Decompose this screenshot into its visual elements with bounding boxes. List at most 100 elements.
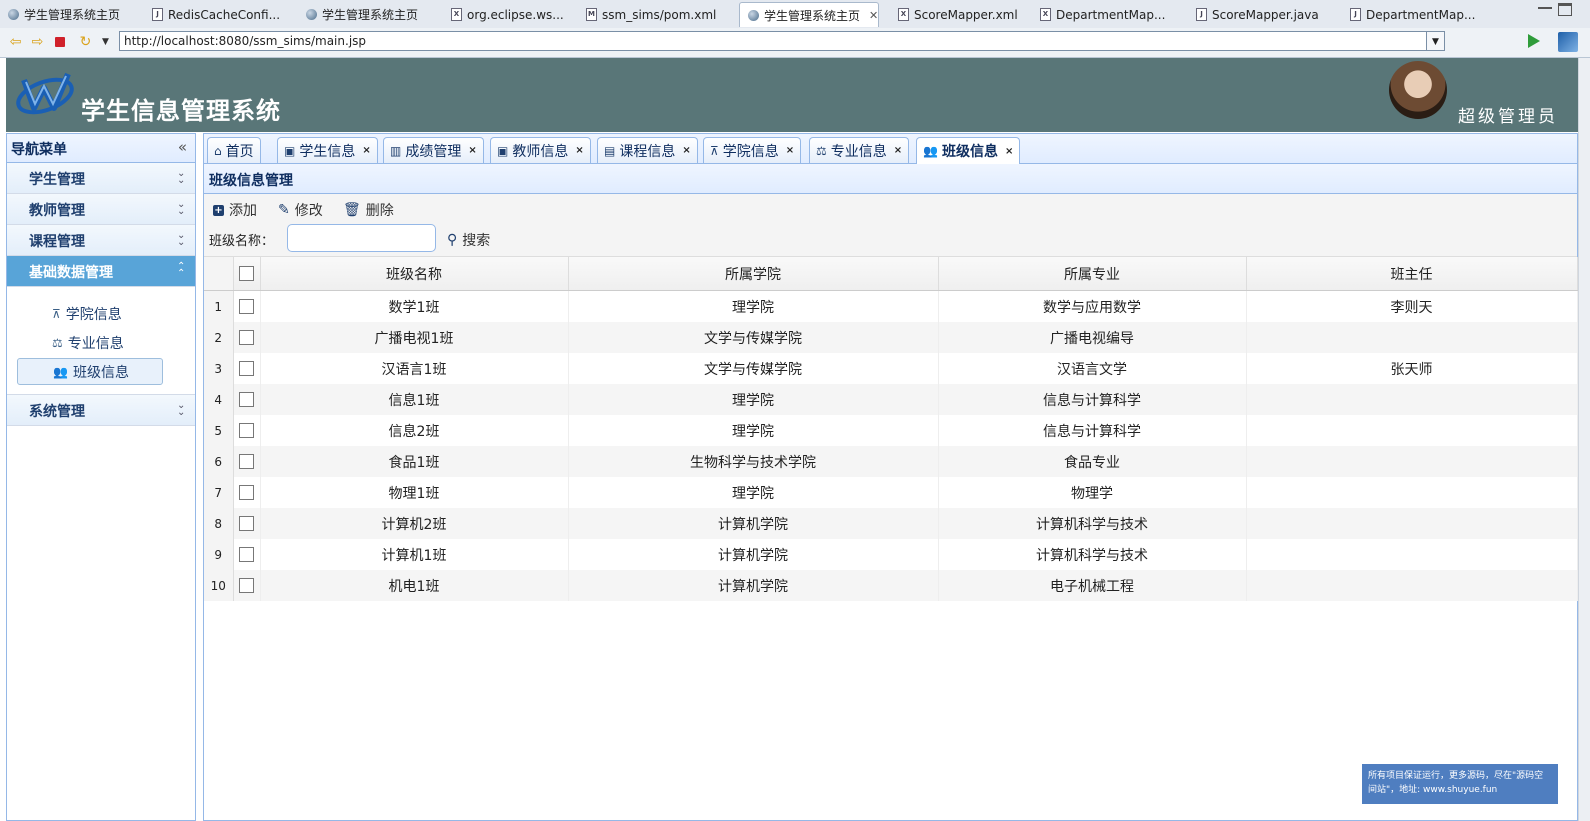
tab-page[interactable]: 👥 班级信息 × (916, 137, 1021, 164)
add-button[interactable]: + 添加 (213, 200, 257, 220)
collapse-sidebar-icon[interactable]: « (178, 138, 187, 156)
column-header[interactable]: 所属学院 (568, 257, 939, 291)
row-checkbox[interactable] (239, 423, 254, 438)
sidebar-header: 导航菜单 « (7, 134, 195, 163)
select-all-checkbox[interactable] (239, 266, 254, 281)
plus-square-icon: + (213, 204, 224, 216)
row-number: 1 (204, 290, 234, 322)
table-row[interactable]: 7 物理1班 理学院 物理学 (204, 477, 1578, 508)
tab-home[interactable]: ⌂ 首页 (207, 137, 261, 163)
row-checkbox-cell[interactable] (233, 539, 261, 570)
row-number: 9 (204, 539, 234, 570)
sidebar-item-class[interactable]: 👥 班级信息 (17, 358, 163, 385)
row-checkbox-cell[interactable] (233, 290, 261, 322)
sidebar-group-student[interactable]: 学生管理 ⌄ ⌄ (7, 163, 195, 194)
sidebar-group-basic-data[interactable]: 基础数据管理 ⌃ ⌃ (7, 256, 195, 287)
table-cell: 理学院 (568, 415, 939, 446)
page-scrollbar[interactable] (1578, 58, 1590, 821)
row-checkbox[interactable] (239, 547, 254, 562)
column-header[interactable]: 所属专业 (938, 257, 1247, 291)
tab-page[interactable]: ⚖ 专业信息 × (809, 137, 910, 163)
editor-tab[interactable]: X ScoreMapper.xml (890, 2, 1025, 27)
row-checkbox[interactable] (239, 299, 254, 314)
table-row[interactable]: 6 食品1班 生物科学与技术学院 食品专业 (204, 446, 1578, 477)
sidebar-group-teacher[interactable]: 教师管理 ⌄ ⌄ (7, 194, 195, 225)
table-row[interactable]: 3 汉语言1班 文学与传媒学院 汉语言文学 张天师 (204, 353, 1578, 384)
sidebar-group-system[interactable]: 系统管理 ⌄ ⌄ (7, 395, 195, 426)
editor-tab[interactable]: J ScoreMapper.java (1188, 2, 1338, 27)
close-tab-icon[interactable]: × (468, 145, 476, 156)
close-icon[interactable]: ✕ (869, 9, 878, 22)
maximize-icon[interactable] (1558, 3, 1572, 16)
editor-tab[interactable]: X DepartmentMap... (1032, 2, 1182, 27)
panel-title: 班级信息管理 (209, 173, 293, 189)
close-tab-icon[interactable]: × (575, 145, 583, 156)
tab-page[interactable]: ▣ 教师信息 × (490, 137, 591, 163)
row-checkbox-cell[interactable] (233, 353, 261, 384)
tab-page[interactable]: ▣ 学生信息 × (277, 137, 378, 163)
row-checkbox-cell[interactable] (233, 508, 261, 539)
editor-tab[interactable]: 学生管理系统主页 (298, 2, 438, 27)
table-cell: 信息1班 (260, 384, 569, 415)
class-name-search-input[interactable] (287, 224, 436, 252)
avatar[interactable] (1389, 61, 1447, 119)
row-number: 7 (204, 477, 234, 508)
table-row[interactable]: 10 机电1班 计算机学院 电子机械工程 (204, 570, 1578, 601)
table-row[interactable]: 4 信息1班 理学院 信息与计算科学 (204, 384, 1578, 415)
row-checkbox[interactable] (239, 516, 254, 531)
url-dropdown-icon[interactable]: ▼ (1427, 31, 1445, 51)
table-row[interactable]: 8 计算机2班 计算机学院 计算机科学与技术 (204, 508, 1578, 539)
row-checkbox-cell[interactable] (233, 322, 261, 353)
tab-page[interactable]: ▥ 成绩管理 × (383, 137, 484, 163)
table-row[interactable]: 2 广播电视1班 文学与传媒学院 广播电视编导 (204, 322, 1578, 353)
sidebar-item-label: 专业信息 (67, 335, 124, 352)
column-header[interactable]: 班主任 (1246, 257, 1578, 291)
edit-icon: ✎ (278, 202, 290, 218)
sidebar-group-course[interactable]: 课程管理 ⌄ ⌄ (7, 225, 195, 256)
table-row[interactable]: 5 信息2班 理学院 信息与计算科学 (204, 415, 1578, 446)
row-checkbox[interactable] (239, 578, 254, 593)
stop-icon[interactable] (55, 37, 65, 47)
sidebar-item-college[interactable]: ⊼ 学院信息 (17, 300, 163, 327)
minimize-icon[interactable] (1538, 4, 1552, 9)
row-checkbox-cell[interactable] (233, 477, 261, 508)
editor-tab[interactable]: J DepartmentMap... (1342, 2, 1482, 27)
editor-tab[interactable]: Xorg.eclipse.ws... (443, 2, 573, 27)
close-tab-icon[interactable]: × (786, 145, 794, 156)
editor-tab[interactable]: J RedisCacheConfi... (144, 2, 294, 27)
row-checkbox-cell[interactable] (233, 570, 261, 601)
tab-page[interactable]: ⊼ 学院信息 × (703, 137, 802, 163)
close-tab-icon[interactable]: × (362, 145, 370, 156)
search-button[interactable]: ⚲ 搜索 (447, 230, 490, 250)
delete-button[interactable]: 🗑 删除 (343, 200, 394, 220)
editor-tab[interactable]: 学生管理系统主页 ✕ (739, 2, 879, 27)
row-checkbox-cell[interactable] (233, 415, 261, 446)
close-tab-icon[interactable]: × (1005, 146, 1013, 157)
close-tab-icon[interactable]: × (682, 145, 690, 156)
row-checkbox[interactable] (239, 392, 254, 407)
row-checkbox[interactable] (239, 330, 254, 345)
back-icon[interactable]: ⇦ (8, 35, 23, 49)
tab-page[interactable]: ▤ 课程信息 × (597, 137, 698, 163)
row-checkbox-cell[interactable] (233, 384, 261, 415)
column-header[interactable]: 班级名称 (260, 257, 569, 291)
table-cell: 理学院 (568, 477, 939, 508)
editor-tab[interactable]: 学生管理系统主页 (0, 2, 140, 27)
editor-tab[interactable]: Mssm_sims/pom.xml (578, 2, 728, 27)
go-icon[interactable] (1528, 34, 1540, 48)
row-checkbox[interactable] (239, 454, 254, 469)
select-all-checkbox-cell[interactable] (233, 257, 261, 291)
row-checkbox-cell[interactable] (233, 446, 261, 477)
history-dropdown-icon[interactable]: ▼ (98, 35, 113, 49)
table-row[interactable]: 1 数学1班 理学院 数学与应用数学 李则天 (204, 290, 1578, 322)
row-checkbox[interactable] (239, 485, 254, 500)
refresh-icon[interactable]: ↻ (78, 35, 93, 49)
forward-icon[interactable]: ⇨ (30, 35, 45, 49)
table-row[interactable]: 9 计算机1班 计算机学院 计算机科学与技术 (204, 539, 1578, 570)
table-cell: 理学院 (568, 384, 939, 415)
row-checkbox[interactable] (239, 361, 254, 376)
edit-button[interactable]: ✎ 修改 (278, 200, 323, 220)
url-input[interactable]: http://localhost:8080/ssm_sims/main.jsp (119, 31, 1427, 51)
close-tab-icon[interactable]: × (894, 145, 902, 156)
sidebar-item-major[interactable]: ⚖ 专业信息 (17, 329, 163, 356)
